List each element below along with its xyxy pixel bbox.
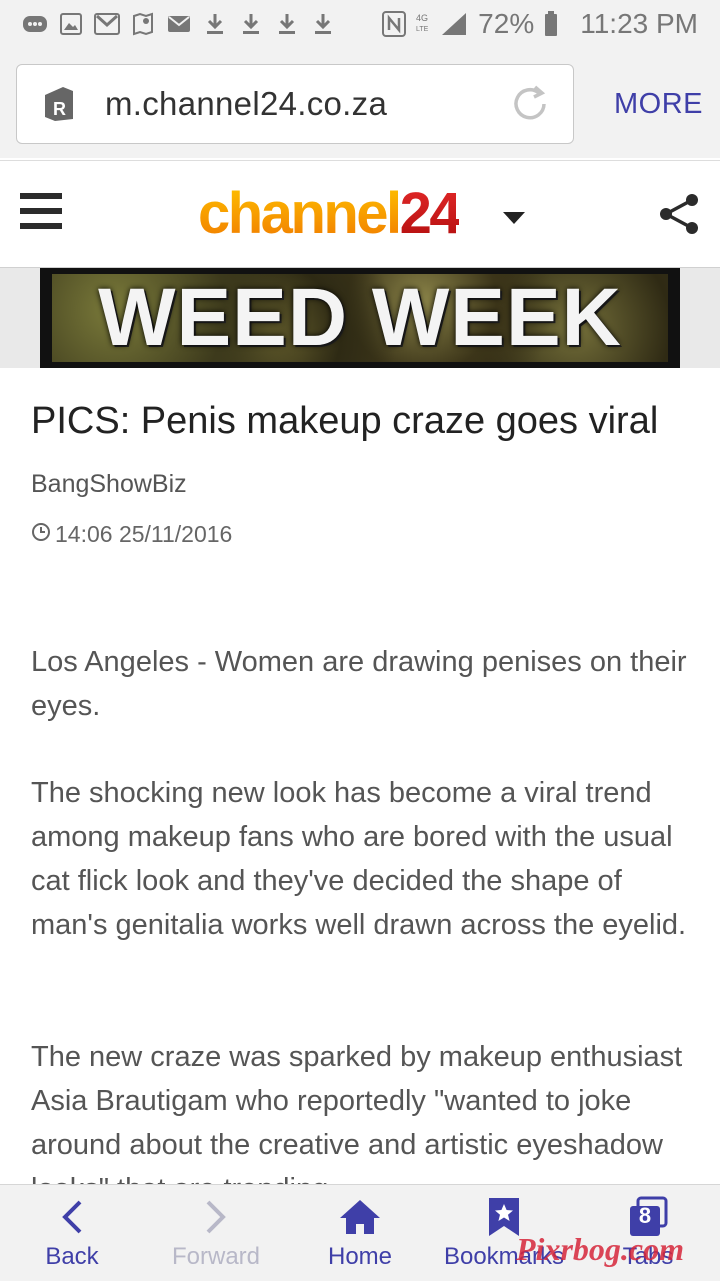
chat-notification-icon — [22, 12, 48, 36]
article-timestamp: 14:06 25/11/2016 — [55, 521, 233, 547]
weed-week-banner[interactable]: WEED WEEK — [40, 268, 680, 368]
notification-icons — [22, 12, 336, 36]
article-header: PICS: Penis makeup craze goes viral Bang… — [31, 398, 691, 548]
battery-percent: 72% — [478, 8, 535, 39]
watermark: Pixrbog.com — [516, 1231, 684, 1267]
article-paragraph: The shocking new look has become a viral… — [31, 777, 687, 941]
download-icon — [274, 12, 300, 36]
signal-icon — [440, 11, 468, 37]
reload-icon[interactable] — [509, 83, 551, 125]
image-notification-icon — [58, 12, 84, 36]
clock-icon — [31, 521, 51, 548]
status-bar: 4G LTE 72% 11:23 PM — [0, 0, 720, 50]
chevron-right-icon — [144, 1195, 288, 1239]
bottom-navigation: Back Forward Home Bookmarks 8 Tabs Pixrb… — [0, 1184, 720, 1281]
home-button[interactable]: Home — [288, 1185, 432, 1281]
nfc-icon — [382, 11, 407, 37]
system-status: 4G LTE 72% 11:23 PM — [382, 8, 698, 40]
tab-count: 8 — [638, 1203, 652, 1228]
mail-notification-icon — [166, 12, 192, 36]
back-label: Back — [45, 1243, 99, 1270]
svg-text:R: R — [53, 99, 66, 119]
site-favicon-icon: R — [41, 85, 77, 123]
menu-icon[interactable] — [20, 193, 62, 233]
download-icon — [238, 12, 264, 36]
browser-toolbar: R m.channel24.co.za MORE — [0, 50, 720, 158]
gmail-notification-icon — [94, 12, 120, 36]
forward-label: Forward — [171, 1243, 261, 1270]
home-icon — [288, 1195, 432, 1239]
svg-text:LTE: LTE — [416, 26, 429, 33]
chevron-left-icon — [0, 1195, 144, 1239]
back-button[interactable]: Back — [0, 1185, 144, 1281]
article-meta: 14:06 25/11/2016 — [31, 521, 691, 548]
article-byline: BangShowBiz — [31, 470, 187, 498]
article-title: PICS: Penis makeup craze goes viral — [31, 400, 659, 442]
download-icon — [202, 12, 228, 36]
article-paragraph: Los Angeles - Women are drawing penises … — [31, 646, 687, 722]
home-label: Home — [327, 1243, 393, 1270]
svg-text:4G: 4G — [416, 13, 428, 23]
chevron-down-icon[interactable] — [502, 211, 526, 230]
site-header: channel24 — [0, 160, 720, 269]
url-text[interactable]: m.channel24.co.za — [105, 85, 387, 123]
lte-icon: 4G LTE — [416, 12, 430, 36]
more-button[interactable]: MORE — [614, 88, 703, 121]
battery-icon — [544, 11, 558, 37]
banner-area: WEED WEEK — [0, 268, 720, 368]
download-icon — [310, 12, 336, 36]
channel24-logo[interactable]: channel24 — [198, 179, 462, 249]
forward-button[interactable]: Forward — [144, 1185, 288, 1281]
maps-notification-icon — [130, 12, 156, 36]
share-icon[interactable] — [658, 192, 702, 241]
address-bar[interactable]: R m.channel24.co.za — [16, 64, 574, 144]
clock: 11:23 PM — [580, 8, 698, 39]
banner-text: WEED WEEK — [98, 272, 622, 363]
